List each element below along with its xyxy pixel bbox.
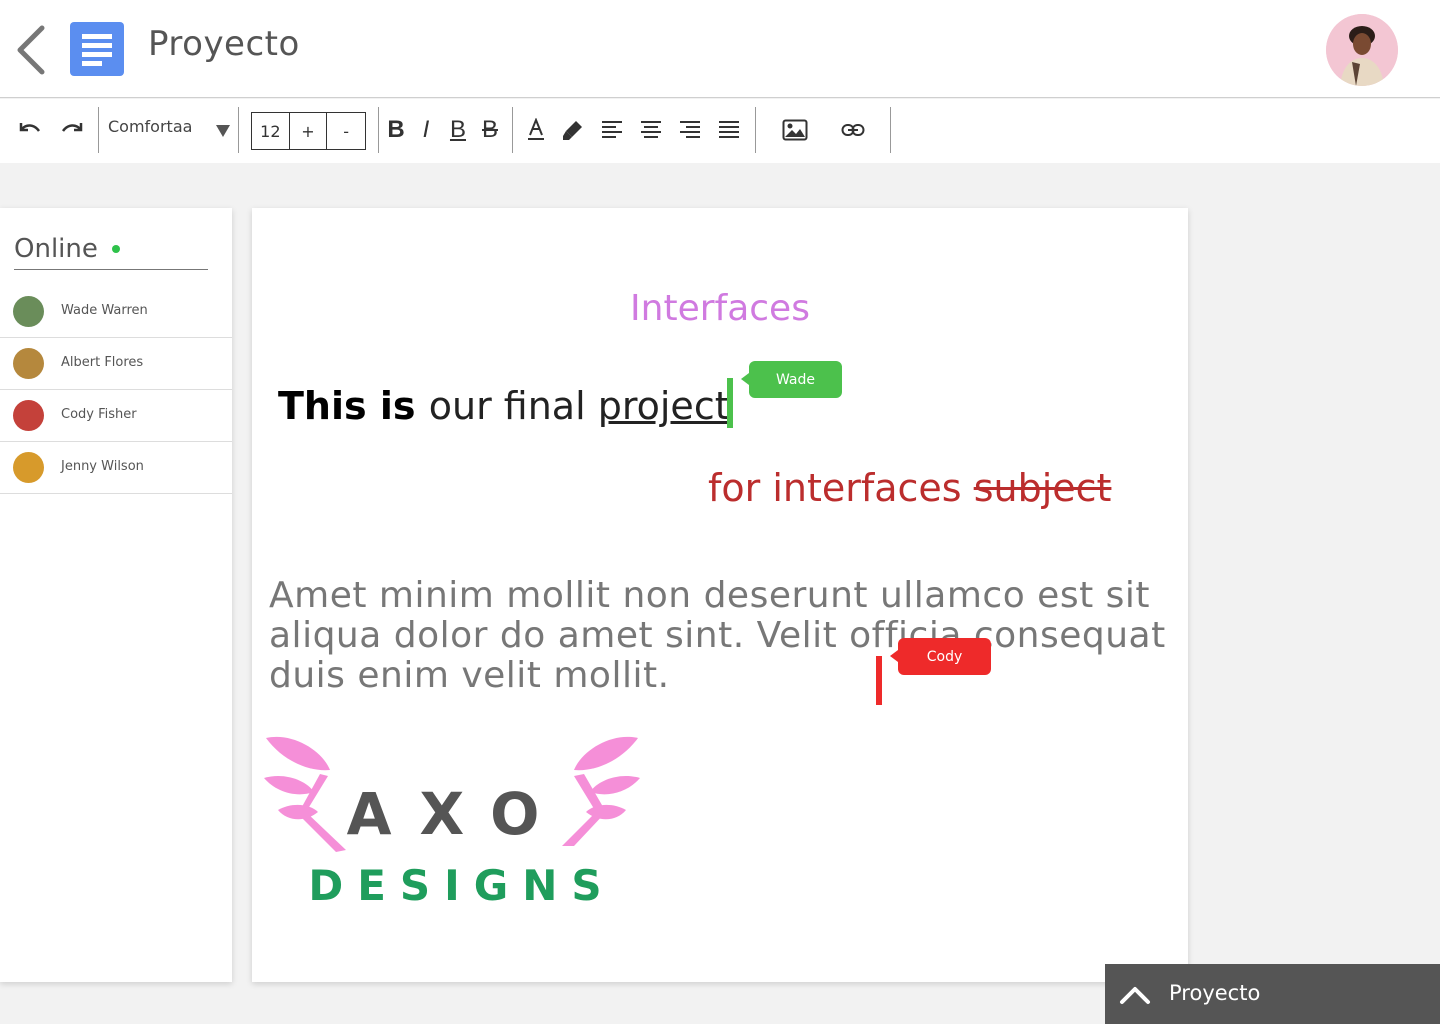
chevron-up-icon [1120, 987, 1150, 1004]
chevron-left-icon [17, 25, 45, 75]
logo-bottom-text: DESIGNS [308, 861, 615, 908]
toolbar-divider [238, 107, 239, 153]
document-page[interactable]: Interfaces This is our final project Wad… [252, 208, 1188, 982]
font-size-value[interactable]: 12 [252, 113, 290, 149]
undo-icon [19, 123, 41, 132]
link-icon [841, 124, 865, 136]
toolbar-divider [890, 107, 891, 153]
align-center-button[interactable] [639, 113, 663, 147]
italic-button[interactable]: I [414, 113, 438, 147]
online-user-item[interactable]: Wade Warren [0, 286, 232, 338]
align-center-icon [641, 121, 661, 138]
user-name: Cody Fisher [61, 407, 137, 422]
toolbar-divider [98, 107, 99, 153]
toolbar-divider [512, 107, 513, 153]
toolbar-divider [378, 107, 379, 153]
user-name: Jenny Wilson [61, 459, 144, 474]
text-color-button[interactable] [524, 113, 548, 147]
logo-top-text: AXO [347, 780, 568, 848]
document-paragraph[interactable]: Amet minim mollit non deserunt ullamco e… [269, 576, 1179, 696]
avatar [13, 296, 44, 327]
avatar [13, 400, 44, 431]
collaborator-cursor-cody [876, 656, 882, 705]
align-left-button[interactable] [600, 113, 624, 147]
user-name: Wade Warren [61, 303, 148, 318]
underlined-text: project [597, 384, 730, 428]
online-user-item[interactable]: Cody Fisher [0, 390, 232, 442]
highlighter-icon [563, 121, 582, 140]
logo-image: AXO DESIGNS [264, 736, 640, 910]
avatar-image [1326, 14, 1398, 86]
justify-button[interactable] [717, 113, 741, 147]
document-line[interactable]: for interfaces subject [708, 466, 1111, 510]
font-size-increase-button[interactable]: + [290, 113, 328, 149]
minimized-document-title: Proyecto [1169, 981, 1261, 1005]
online-status-dot [112, 245, 120, 253]
redo-button[interactable] [58, 113, 86, 147]
document-line[interactable]: This is our final project [278, 384, 730, 428]
user-avatar[interactable] [1326, 14, 1398, 86]
document-heading[interactable]: Interfaces [252, 288, 1188, 329]
align-left-icon [602, 121, 622, 138]
online-title: Online [14, 234, 98, 264]
font-family-select[interactable]: Comfortaa [108, 117, 232, 145]
plain-text: for interfaces [708, 466, 974, 510]
text-color-icon [528, 118, 544, 140]
minimized-document-bar[interactable]: Proyecto [1105, 964, 1440, 1024]
axo-designs-logo[interactable]: AXO DESIGNS [262, 728, 652, 910]
strikethrough-text: subject [973, 466, 1112, 510]
font-size-control: 12 + - [251, 112, 366, 150]
back-button[interactable] [12, 22, 52, 78]
document-title[interactable]: Proyecto [148, 24, 300, 64]
image-icon [782, 119, 808, 141]
formatting-toolbar: Comfortaa 12 + - B I B B [0, 99, 1440, 163]
align-justify-icon [719, 121, 739, 138]
insert-link-button[interactable] [838, 113, 868, 147]
insert-image-button[interactable] [780, 113, 810, 147]
document-icon [70, 22, 124, 76]
bold-button[interactable]: B [384, 113, 408, 147]
online-user-item[interactable]: Jenny Wilson [0, 442, 232, 494]
app-header: Proyecto [0, 0, 1440, 98]
avatar [13, 452, 44, 483]
align-right-button[interactable] [678, 113, 702, 147]
font-size-decrease-button[interactable]: - [327, 113, 365, 149]
redo-icon [61, 123, 83, 132]
highlight-button[interactable] [560, 113, 586, 147]
online-user-item[interactable]: Albert Flores [0, 338, 232, 390]
online-users-panel: Online Wade Warren Albert Flores Cody Fi… [0, 208, 232, 982]
user-name: Albert Flores [61, 355, 144, 370]
online-user-list: Wade Warren Albert Flores Cody Fisher Je… [0, 286, 232, 494]
align-right-icon [680, 121, 700, 138]
strikethrough-button[interactable]: B [478, 113, 502, 147]
dropdown-arrow-icon [216, 125, 230, 137]
collaborator-tag-wade: Wade [741, 361, 842, 398]
underline-button[interactable]: B [446, 113, 470, 147]
collaborator-tag-cody: Cody [890, 638, 991, 675]
collaborator-cursor-wade [727, 378, 733, 428]
font-family-value: Comfortaa [108, 117, 193, 136]
avatar [13, 348, 44, 379]
toolbar-divider [755, 107, 756, 153]
divider [14, 269, 208, 270]
bold-text: This is [278, 384, 429, 428]
undo-button[interactable] [16, 113, 44, 147]
plain-text: our final [428, 384, 598, 428]
